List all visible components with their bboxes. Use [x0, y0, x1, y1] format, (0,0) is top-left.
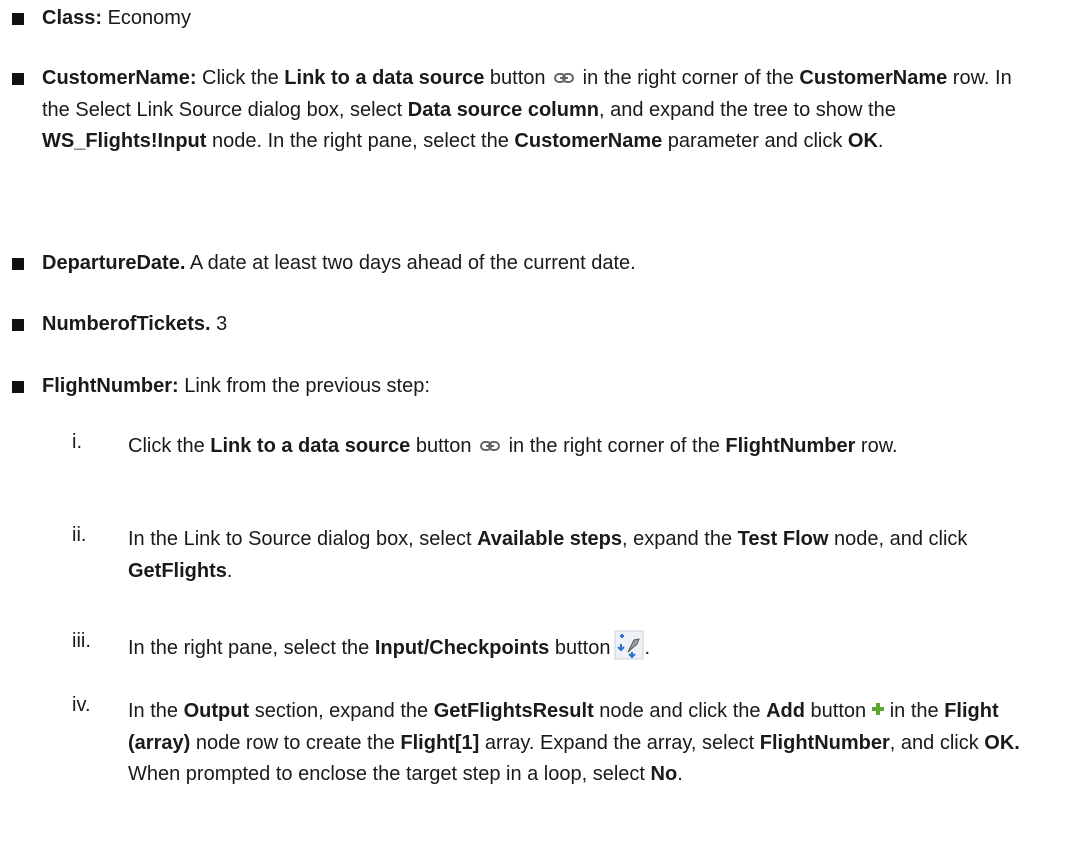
input-checkpoints-icon	[614, 630, 644, 671]
bullet-marker	[12, 13, 24, 25]
bullet-flightnumber: FlightNumber: Link from the previous ste…	[42, 375, 430, 397]
substep-numeral: iv.	[72, 694, 91, 716]
substep-numeral: iii.	[72, 630, 91, 652]
bullet-customername: CustomerName: Click the Link to a data s…	[42, 63, 1042, 158]
bullet-marker	[12, 319, 24, 331]
substep-iv: In the Output section, expand the GetFli…	[128, 694, 1058, 791]
term-flightnumber: FlightNumber:	[42, 375, 179, 397]
document: Class: Economy CustomerName: Click the L…	[0, 0, 1088, 846]
bullet-marker	[12, 381, 24, 393]
term-departuredate: DepartureDate.	[42, 252, 186, 274]
bullet-class: Class: Economy	[42, 7, 191, 29]
bullet-marker	[12, 73, 24, 85]
add-icon	[872, 694, 885, 726]
substep-numeral: ii.	[72, 524, 87, 546]
substep-ii: In the Link to Source dialog box, select…	[128, 528, 968, 582]
link-icon	[554, 63, 575, 95]
bullet-departuredate: DepartureDate. A date at least two days …	[42, 252, 636, 274]
substep-iii: In the right pane, select the Input/Chec…	[128, 630, 1058, 671]
substep-i: Click the Link to a data source button i…	[128, 431, 1058, 463]
link-icon	[480, 431, 501, 463]
term-customername: CustomerName:	[42, 67, 197, 90]
term-numberoftickets: NumberofTickets.	[42, 313, 211, 335]
term-class: Class:	[42, 7, 103, 29]
substep-numeral: i.	[72, 431, 82, 453]
bullet-numberoftickets: NumberofTickets. 3	[42, 313, 228, 335]
bullet-marker	[12, 258, 24, 270]
